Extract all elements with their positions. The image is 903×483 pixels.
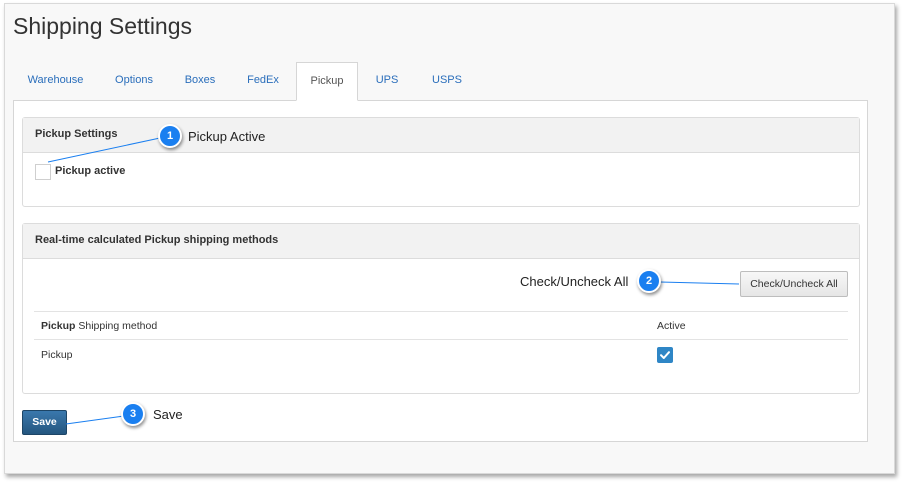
pickup-active-checkbox[interactable] <box>35 164 51 180</box>
tab-boxes[interactable]: Boxes <box>170 62 230 101</box>
tab-usps[interactable]: USPS <box>416 62 478 101</box>
tab-warehouse[interactable]: Warehouse <box>13 62 98 101</box>
column-header-active: Active <box>657 320 686 332</box>
page-title: Shipping Settings <box>13 13 193 39</box>
callout-text-1: Pickup Active <box>188 129 266 144</box>
table-top-divider <box>34 311 848 312</box>
callout-text-3: Save <box>153 407 183 422</box>
column-header-method-bold: Pickup <box>41 320 76 332</box>
tab-ups[interactable]: UPS <box>358 62 416 101</box>
callout-badge-1: 1 <box>158 124 182 148</box>
tab-content: Pickup Settings Pickup active Real-time … <box>13 100 868 442</box>
tab-options[interactable]: Options <box>98 62 170 101</box>
callout-badge-2: 2 <box>637 269 661 293</box>
method-active-checkbox[interactable] <box>657 347 673 363</box>
shipping-methods-heading: Real-time calculated Pickup shipping met… <box>23 224 859 259</box>
column-header-method: Pickup Shipping method <box>41 320 157 332</box>
pickup-settings-heading: Pickup Settings <box>23 118 859 153</box>
tab-fedex[interactable]: FedEx <box>230 62 296 101</box>
callout-text-2: Check/Uncheck All <box>520 274 629 289</box>
check-uncheck-all-button[interactable]: Check/Uncheck All <box>740 271 848 297</box>
checkmark-icon <box>660 351 670 359</box>
shipping-methods-panel: Real-time calculated Pickup shipping met… <box>22 223 860 394</box>
pickup-settings-panel: Pickup Settings Pickup active <box>22 117 860 207</box>
pickup-active-label: Pickup active <box>55 165 126 177</box>
save-button[interactable]: Save <box>22 410 67 435</box>
method-name-cell: Pickup <box>41 349 73 361</box>
callout-badge-3: 3 <box>121 402 145 426</box>
tab-pickup[interactable]: Pickup <box>296 62 358 101</box>
column-header-method-rest: Shipping method <box>75 320 158 332</box>
table-header-divider <box>34 339 848 340</box>
